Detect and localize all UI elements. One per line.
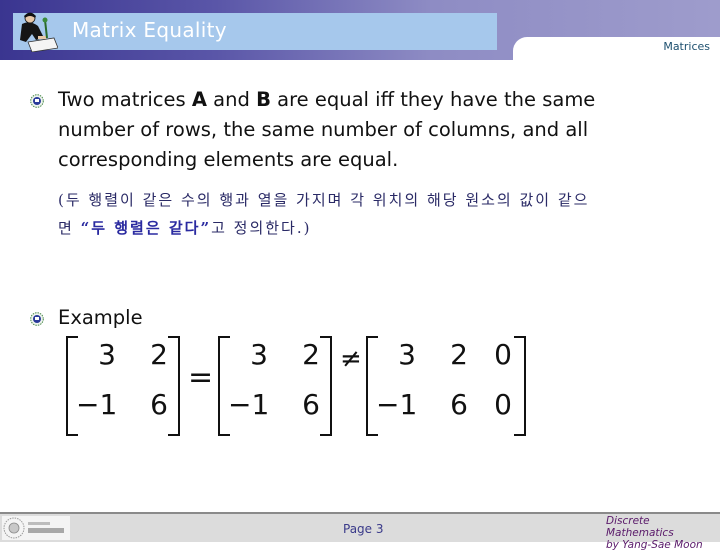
bullet-definition: Two matrices A and B are equal iff they … (58, 85, 595, 175)
person-writing-icon (14, 8, 59, 53)
course-credit: Discrete Mathematics by Yang-Sae Moon (606, 515, 720, 551)
emblem-bullet-icon (30, 93, 44, 108)
right-bracket (320, 336, 332, 436)
matrix-cell: 0 (494, 338, 512, 371)
not-equals-operator: ≠ (340, 344, 362, 374)
matrix-cell: −1 (376, 388, 418, 421)
matrix-cell: 6 (302, 388, 320, 421)
matrix-cell: 2 (150, 338, 168, 371)
definition-line-3: corresponding elements are equal. (58, 148, 399, 171)
course-title: Discrete Mathematics (606, 515, 674, 539)
definition-line-2: number of rows, the same number of colum… (58, 118, 589, 141)
right-bracket (514, 336, 526, 436)
emblem-bullet-icon (30, 311, 44, 326)
right-bracket (168, 336, 180, 436)
matrix-cell: −1 (76, 388, 118, 421)
section-label: Matrices (663, 40, 710, 53)
korean-emphasis: “두 행렬은 같다” (80, 219, 212, 237)
bullet-example: Example (58, 306, 143, 329)
matrix-cell: 3 (98, 338, 116, 371)
matrix-cell: 2 (302, 338, 320, 371)
author: by Yang-Sae Moon (606, 539, 703, 551)
university-logo (2, 516, 70, 540)
matrix-cell: 6 (450, 388, 468, 421)
matrix-1: 3 2 −1 6 (66, 336, 180, 436)
definition-line-1: Two matrices A and B are equal iff they … (58, 88, 596, 111)
matrix-cell: 3 (398, 338, 416, 371)
matrix-cell: 3 (250, 338, 268, 371)
matrix-3: 3 2 0 −1 6 0 (366, 336, 526, 436)
korean-line-1: (두 행렬이 같은 수의 행과 열을 가지며 각 위치의 해당 원소의 값이 같… (58, 191, 590, 209)
equals-operator: = (188, 360, 214, 395)
matrix-cell: −1 (228, 388, 270, 421)
matrix-b-label: B (256, 88, 271, 111)
matrix-cell: 2 (450, 338, 468, 371)
matrix-cell: 0 (494, 388, 512, 421)
korean-translation: (두 행렬이 같은 수의 행과 열을 가지며 각 위치의 해당 원소의 값이 같… (58, 186, 708, 242)
matrix-cell: 6 (150, 388, 168, 421)
matrix-2: 3 2 −1 6 (218, 336, 332, 436)
slide-title: Matrix Equality (72, 18, 227, 42)
matrix-a-label: A (191, 88, 207, 111)
page-number: Page 3 (343, 522, 384, 536)
korean-line-2: 면 “두 행렬은 같다”고 정의한다.) (58, 219, 312, 237)
footer: Page 3 Discrete Mathematics by Yang-Sae … (0, 512, 720, 551)
